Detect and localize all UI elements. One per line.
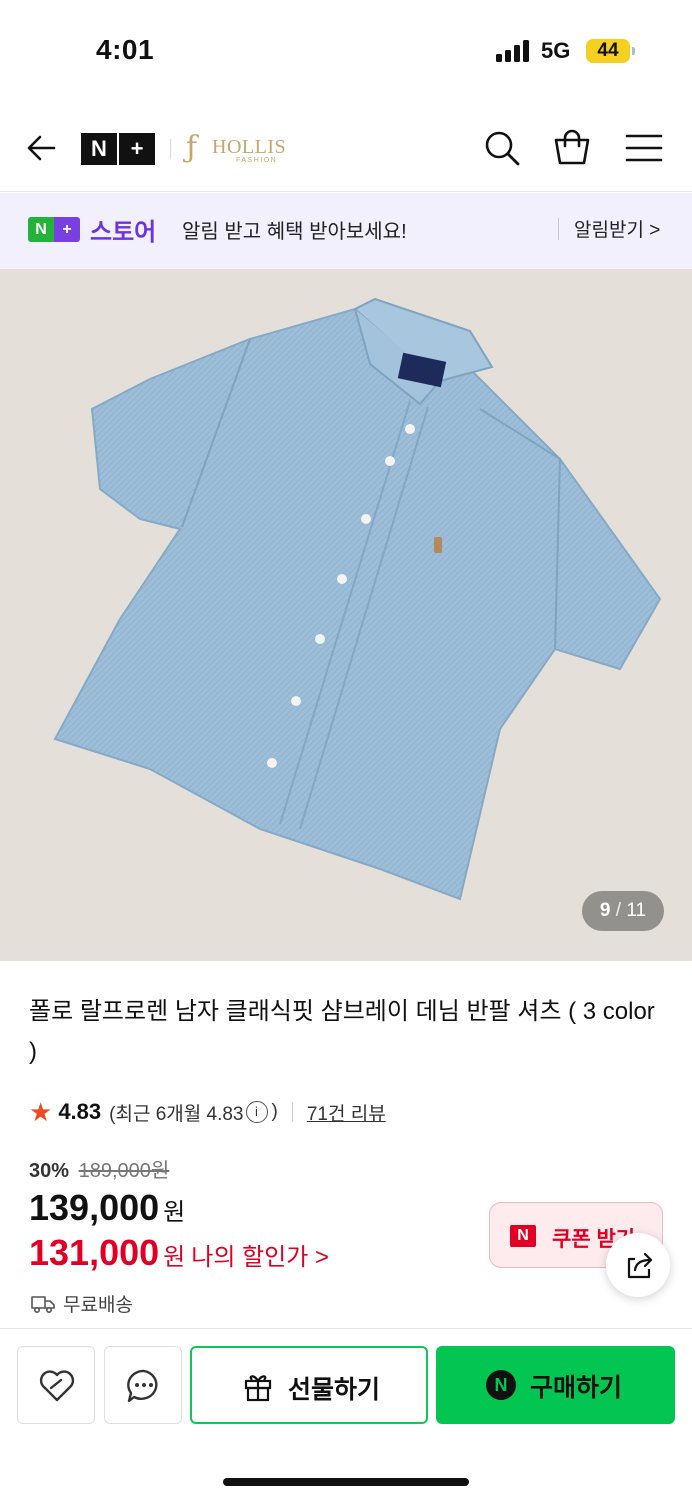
store-label: 스토어 bbox=[90, 219, 157, 246]
shipping-label: 무료배송 bbox=[63, 1295, 133, 1316]
battery-indicator: 44 bbox=[586, 39, 630, 63]
banner-message: 알림 받고 혜택 받아보세요! bbox=[182, 221, 407, 243]
product-image[interactable]: 9 / 11 bbox=[0, 269, 692, 961]
image-counter-separator: / bbox=[615, 900, 622, 921]
nplus-store-badge: N + bbox=[28, 217, 80, 242]
my-price-value: 131,000 bbox=[29, 1232, 160, 1273]
original-price: 189,000원 bbox=[78, 1160, 170, 1182]
badge-plus: + bbox=[54, 217, 80, 242]
recent-rating-close: ) bbox=[271, 1101, 278, 1122]
brand-name: HOLLIS bbox=[212, 136, 287, 158]
signal-icon bbox=[496, 40, 529, 62]
my-discount-price[interactable]: 131,000 원 나의 할인가 > bbox=[29, 1232, 329, 1274]
sale-price: 139,000 원 bbox=[29, 1187, 185, 1229]
heart-icon bbox=[39, 1370, 75, 1402]
nplus-logo[interactable]: N + bbox=[81, 133, 155, 165]
discount-rate: 30% bbox=[29, 1160, 70, 1182]
brand-mark: ƒ bbox=[186, 130, 198, 165]
gift-button[interactable]: 선물하기 bbox=[190, 1346, 428, 1424]
my-price-unit: 원 bbox=[163, 1244, 186, 1271]
image-counter: 9 / 11 bbox=[582, 891, 664, 931]
image-counter-total: 11 bbox=[626, 900, 647, 921]
status-bar: 4:01 5G 44 bbox=[0, 0, 692, 100]
gift-label: 선물하기 bbox=[288, 1376, 381, 1404]
my-price-label: 나의 할인가 > bbox=[191, 1244, 329, 1271]
home-indicator[interactable] bbox=[223, 1478, 469, 1486]
image-counter-current: 9 bbox=[599, 900, 611, 921]
buy-label: 구매하기 bbox=[530, 1374, 623, 1402]
store-alert-banner[interactable]: N + 스토어 알림 받고 혜택 받아보세요! 알림받기 > bbox=[0, 193, 692, 269]
header-divider bbox=[170, 139, 171, 159]
star-icon: ★ bbox=[29, 1096, 53, 1127]
shopping-bag-icon[interactable] bbox=[552, 128, 592, 168]
banner-divider bbox=[558, 218, 559, 240]
chat-icon bbox=[127, 1369, 158, 1403]
shipping-info: 무료배송 bbox=[31, 1290, 133, 1317]
rating-divider bbox=[291, 1102, 293, 1122]
sale-price-value: 139,000 bbox=[29, 1187, 160, 1228]
badge-n: N bbox=[28, 217, 54, 242]
back-arrow-icon[interactable] bbox=[24, 130, 60, 166]
rating-row: ★ 4.83 (최근 6개월 4.83 i ) 71건 리뷰 bbox=[29, 1096, 386, 1128]
brand-subtitle: FASHION bbox=[236, 157, 278, 164]
talk-talk-button[interactable] bbox=[104, 1346, 182, 1424]
sale-price-unit: 원 bbox=[163, 1199, 186, 1226]
status-time: 4:01 bbox=[96, 34, 155, 65]
network-label: 5G bbox=[541, 38, 571, 63]
brand-logo[interactable]: ƒ HOLLIS FASHION bbox=[186, 132, 296, 166]
truck-icon bbox=[31, 1295, 55, 1313]
recent-rating: (최근 6개월 4.83 bbox=[109, 1103, 244, 1125]
product-title: 폴로 랄프로렌 남자 클래식핏 샴브레이 데님 반팔 셔츠 ( 3 color … bbox=[29, 998, 655, 1065]
share-icon bbox=[627, 1252, 653, 1279]
notification-subscribe-link[interactable]: 알림받기 > bbox=[574, 215, 660, 242]
wishlist-button[interactable] bbox=[17, 1346, 95, 1424]
discount-row: 30% 189,000원 bbox=[29, 1154, 169, 1183]
nplus-logo-n: N bbox=[81, 133, 117, 165]
share-button[interactable] bbox=[606, 1233, 670, 1297]
naver-n-icon: N bbox=[510, 1225, 536, 1247]
buy-button[interactable]: N 구매하기 bbox=[436, 1346, 675, 1424]
review-count-link[interactable]: 71건 리뷰 bbox=[307, 1099, 386, 1126]
battery-tip bbox=[632, 47, 635, 55]
purchase-bar: 선물하기 N 구매하기 bbox=[0, 1328, 692, 1500]
nplus-logo-plus: + bbox=[117, 133, 155, 165]
search-icon[interactable] bbox=[482, 128, 522, 168]
shirt-illustration bbox=[53, 297, 662, 901]
rating-score: 4.83 bbox=[58, 1099, 102, 1124]
info-icon[interactable]: i bbox=[245, 1101, 268, 1123]
naver-n-icon: N bbox=[486, 1370, 516, 1400]
gift-icon bbox=[244, 1375, 272, 1402]
top-navigation: N + ƒ HOLLIS FASHION bbox=[0, 100, 692, 192]
menu-icon[interactable] bbox=[624, 128, 664, 168]
